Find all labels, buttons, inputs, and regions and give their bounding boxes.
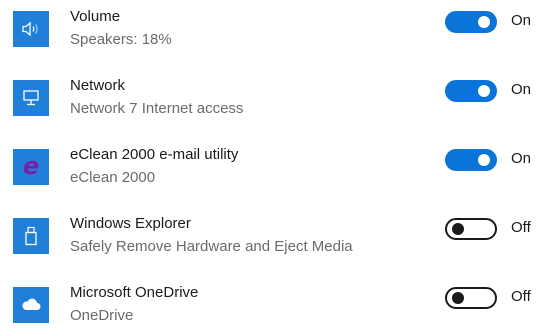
toggle-knob [478, 16, 490, 28]
volume-toggle[interactable] [445, 11, 497, 33]
network-icon [13, 80, 49, 116]
item-subtitle: Safely Remove Hardware and Eject Media [70, 238, 353, 255]
toggle-knob [452, 223, 464, 235]
usb-drive-icon [13, 218, 49, 254]
item-title: eClean 2000 e-mail utility [70, 146, 239, 163]
toggle-state-label: On [511, 81, 532, 98]
toggle-knob [478, 154, 490, 166]
toggle-state-label: Off [511, 219, 531, 236]
toggle-state-label: On [511, 12, 532, 29]
list-item-volume: Volume Speakers: 18% On [0, 0, 537, 60]
list-item-network: Network Network 7 Internet access On [0, 69, 537, 129]
item-title: Network [70, 77, 126, 94]
list-item-onedrive: Microsoft OneDrive OneDrive Off [0, 276, 537, 336]
toggle-knob [452, 292, 464, 304]
item-subtitle: OneDrive [70, 307, 134, 324]
onedrive-toggle[interactable] [445, 287, 497, 309]
list-item-eclean: e eClean 2000 e-mail utility eClean 2000… [0, 138, 537, 198]
toggle-knob [478, 85, 490, 97]
windows-explorer-toggle[interactable] [445, 218, 497, 240]
item-subtitle: eClean 2000 [70, 169, 156, 186]
eclean-toggle[interactable] [445, 149, 497, 171]
item-subtitle: Network 7 Internet access [70, 100, 244, 117]
eclean-logo-icon: e [13, 149, 49, 185]
toggle-state-label: Off [511, 288, 531, 305]
item-title: Windows Explorer [70, 215, 191, 232]
speaker-icon [13, 11, 49, 47]
item-title: Volume [70, 8, 121, 25]
toggle-state-label: On [511, 150, 532, 167]
item-subtitle: Speakers: 18% [70, 31, 172, 48]
eclean-glyph: e [22, 152, 40, 180]
item-title: Microsoft OneDrive [70, 284, 199, 301]
cloud-icon [13, 287, 49, 323]
list-item-windows-explorer: Windows Explorer Safely Remove Hardware … [0, 207, 537, 267]
network-toggle[interactable] [445, 80, 497, 102]
